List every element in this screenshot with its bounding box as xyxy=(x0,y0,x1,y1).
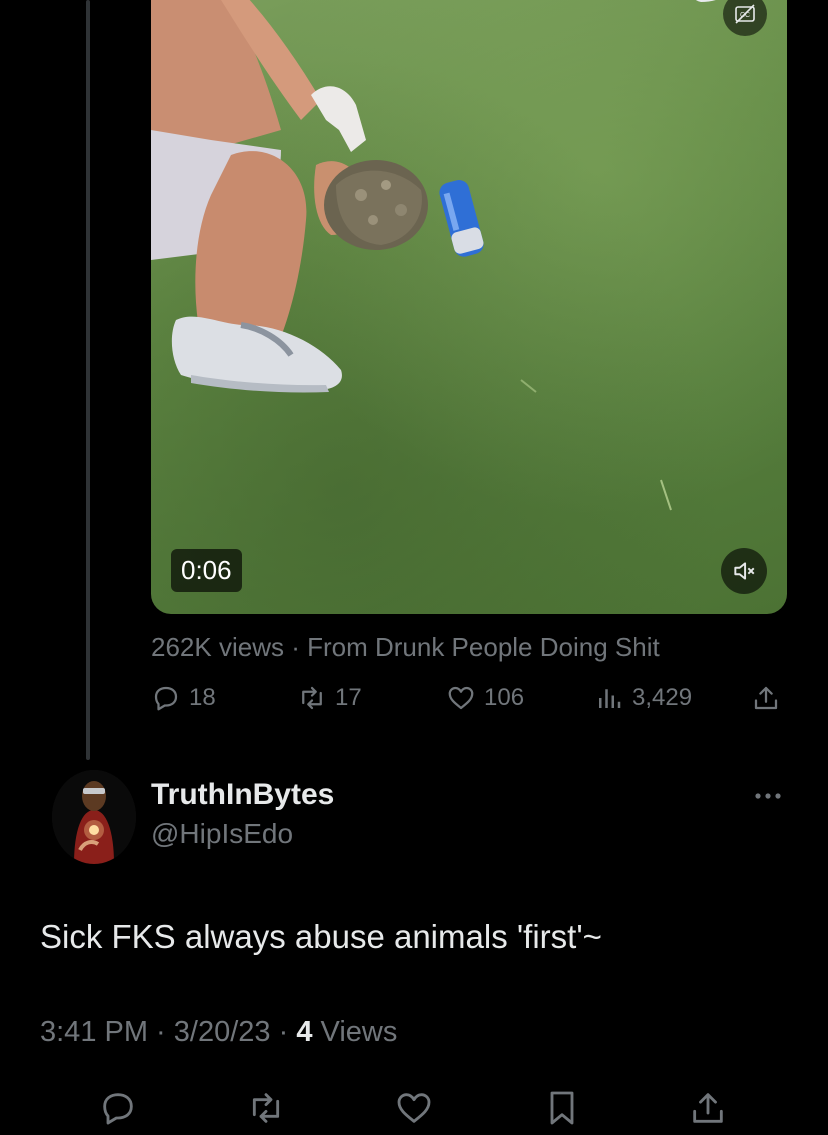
author-display-name[interactable]: TruthInBytes xyxy=(151,778,334,812)
reply-count: 18 xyxy=(189,684,216,711)
share-icon xyxy=(693,1093,723,1123)
reply-icon xyxy=(154,686,178,711)
reply-button[interactable] xyxy=(96,1086,140,1130)
tweet-action-bar xyxy=(0,1080,828,1130)
tweet-time[interactable]: 3:41 PM xyxy=(40,1016,148,1048)
author-handle[interactable]: @HipIsEdo xyxy=(151,818,293,850)
like-button[interactable] xyxy=(392,1086,436,1130)
share-button[interactable] xyxy=(751,683,781,713)
mute-button[interactable] xyxy=(721,548,767,594)
like-count: 106 xyxy=(484,684,525,711)
view-count: 262K xyxy=(151,632,212,662)
views-count: 4 xyxy=(296,1016,313,1048)
separator: · xyxy=(270,1016,297,1048)
heart-icon xyxy=(448,686,474,710)
muted-speaker-icon xyxy=(734,562,755,580)
captions-off-icon: CC xyxy=(735,4,755,24)
tweet-text: Sick FKS always abuse animals 'first'~ xyxy=(40,918,602,955)
bookmark-icon xyxy=(550,1091,574,1125)
more-options-button[interactable] xyxy=(748,782,788,810)
retweet-count: 17 xyxy=(335,684,362,711)
views-label: Views xyxy=(312,1016,398,1048)
video-player[interactable]: CC 0:06 xyxy=(151,0,787,614)
separator: · xyxy=(283,632,308,662)
analytics-button[interactable]: 3,429 xyxy=(594,683,692,713)
video-attribution: 262K views · From Drunk People Doing Shi… xyxy=(151,632,660,663)
heart-icon xyxy=(397,1093,431,1123)
more-icon xyxy=(755,793,781,799)
separator: · xyxy=(148,1016,174,1048)
video-frame xyxy=(151,0,716,511)
source-link[interactable]: From Drunk People Doing Shit xyxy=(307,632,660,662)
retweet-button[interactable] xyxy=(244,1086,288,1130)
retweet-icon xyxy=(302,686,322,710)
share-icon xyxy=(754,686,778,710)
share-button[interactable] xyxy=(686,1086,730,1130)
analytics-icon xyxy=(599,689,621,708)
avatar[interactable] xyxy=(52,770,136,864)
tweet-date[interactable]: 3/20/23 xyxy=(174,1016,271,1048)
retweet-icon xyxy=(252,1093,280,1123)
video-duration: 0:06 xyxy=(171,549,242,592)
avatar-image xyxy=(52,770,136,864)
views-suffix: views xyxy=(211,632,284,662)
like-button[interactable]: 106 xyxy=(446,683,524,713)
thread-connector-line xyxy=(86,0,90,760)
bookmark-button[interactable] xyxy=(540,1086,584,1130)
retweet-button[interactable]: 17 xyxy=(297,683,362,713)
reply-button[interactable]: 18 xyxy=(151,683,216,713)
reply-icon xyxy=(103,1093,133,1125)
quoted-tweet-actions: 18 17 106 3,429 xyxy=(151,683,787,719)
analytics-count: 3,429 xyxy=(632,684,693,711)
tweet-metadata: 3:41 PM · 3/20/23 · 4 Views xyxy=(40,1016,397,1049)
